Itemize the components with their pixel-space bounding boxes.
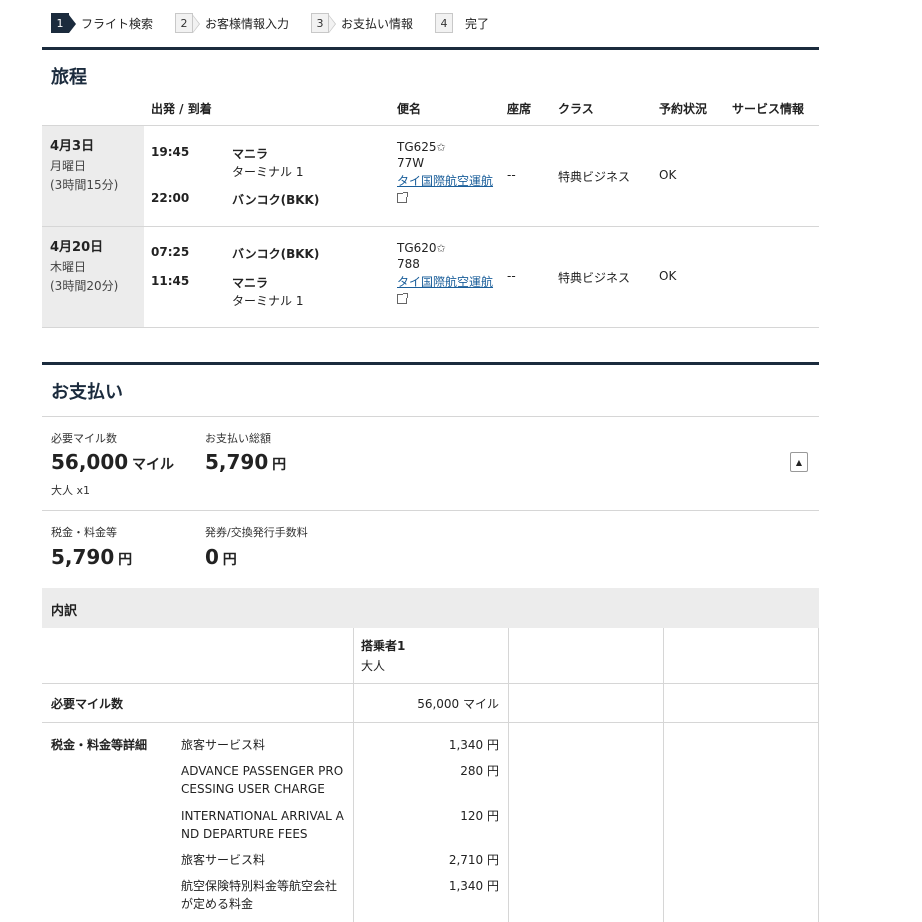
arrival-time: 22:00 <box>151 191 190 205</box>
breakdown-header <box>42 588 819 628</box>
payment-title: お支払い <box>51 382 123 403</box>
triangle-up-icon: ▲ <box>795 457 803 467</box>
airline-link[interactable]: タイ国際航空運航 <box>397 172 493 189</box>
row-divider <box>42 510 819 511</box>
departure-time: 19:45 <box>151 145 190 159</box>
miles-row-value: 56,000 マイル <box>417 697 499 711</box>
tax-item-amount: 1,340 円 <box>448 738 499 752</box>
tax-amount: 5,790 円 <box>51 545 133 569</box>
seat-value: -- <box>507 168 516 182</box>
itinerary-title: 旅程 <box>51 67 87 88</box>
header-flight: 便名 <box>397 102 422 116</box>
segment-weekday: 月曜日 <box>50 159 87 173</box>
flight-number: TG625 <box>397 140 437 154</box>
departure-place: バンコク(BKK) <box>232 247 320 261</box>
step-label: お客様情報入力 <box>205 16 290 31</box>
section-divider <box>42 47 819 50</box>
progress-steps: 1 フライト検索 2 お客様情報入力 3 お支払い情報 4 完了 <box>51 12 511 34</box>
departure-time: 07:25 <box>151 245 190 259</box>
step-number: 4 <box>435 13 454 33</box>
segment-duration: (3時間20分) <box>50 279 119 293</box>
external-link-icon[interactable] <box>397 290 493 307</box>
tax-item-amount: 120 円 <box>460 809 499 823</box>
passenger-header: 搭乗者1 <box>361 639 406 653</box>
header-service: サービス情報 <box>732 102 805 116</box>
class-value: 特典ビジネス <box>558 271 631 285</box>
step-customer-info: 2 お客様情報入力 <box>175 13 289 33</box>
arrival-terminal: ターミナル 1 <box>232 294 304 308</box>
step-payment-info: 3 お支払い情報 <box>311 13 413 33</box>
fee-label: 発券/交換発行手数料 <box>205 526 308 539</box>
flight-info: TG620✩ 788 タイ国際航空運航 <box>397 241 493 307</box>
external-link-icon[interactable] <box>397 189 493 206</box>
tax-item-name: INTERNATIONAL ARRIVAL AND DEPARTURE FEES <box>181 809 344 841</box>
miles-row-label: 必要マイル数 <box>51 697 124 711</box>
row-divider <box>42 722 819 723</box>
step-flight-search: 1 フライト検索 <box>51 13 153 33</box>
header-class: クラス <box>558 102 594 116</box>
collapse-toggle-button[interactable]: ▲ <box>790 452 808 472</box>
header-seat: 座席 <box>507 102 532 116</box>
column-divider <box>353 628 354 922</box>
tax-item-amount: 280 円 <box>460 764 499 778</box>
segment-date-box: 4月3日 月曜日 (3時間15分) <box>42 126 144 226</box>
tax-label: 税金・料金等 <box>51 526 117 539</box>
step-number: 2 <box>175 13 201 33</box>
miles-label: 必要マイル数 <box>51 432 117 445</box>
tax-detail-label: 税金・料金等詳細 <box>51 738 148 752</box>
arrival-place: マニラ <box>232 276 269 290</box>
row-divider <box>42 683 819 684</box>
column-divider <box>818 628 819 922</box>
passenger-note: 大人 x1 <box>51 484 91 497</box>
miles-amount: 56,000 マイル <box>51 450 175 474</box>
row-divider <box>42 226 819 227</box>
segment-date: 4月3日 <box>50 139 95 154</box>
aircraft-type: 77W <box>397 156 425 170</box>
step-complete: 4 完了 <box>435 13 489 33</box>
arrival-time: 11:45 <box>151 274 190 288</box>
departure-place: マニラ <box>232 147 269 161</box>
row-divider <box>42 327 819 328</box>
aircraft-type: 788 <box>397 257 420 271</box>
tax-item-amount: 1,340 円 <box>448 879 499 893</box>
column-divider <box>663 628 664 922</box>
segment-weekday: 木曜日 <box>50 260 87 274</box>
tax-item-name: 旅客サービス料 <box>181 738 266 752</box>
fee-amount: 0 円 <box>205 545 237 569</box>
star-alliance-icon: ✩ <box>436 141 446 154</box>
step-number: 1 <box>51 13 76 33</box>
tax-item-amount: 2,710 円 <box>448 853 499 867</box>
total-label: お支払い総額 <box>205 432 271 445</box>
passenger-type: 大人 <box>361 659 386 673</box>
row-divider <box>42 125 819 126</box>
segment-date: 4月20日 <box>50 240 104 255</box>
star-alliance-icon: ✩ <box>436 242 446 255</box>
header-status: 予約状況 <box>659 102 708 116</box>
column-divider <box>508 628 509 922</box>
segment-date-box: 4月20日 木曜日 (3時間20分) <box>42 227 144 327</box>
step-label: お支払い情報 <box>341 16 414 31</box>
tax-item-name: 航空保険特別料金等航空会社が定める料金 <box>181 879 338 911</box>
segment-duration: (3時間15分) <box>50 178 119 192</box>
departure-terminal: ターミナル 1 <box>232 165 304 179</box>
total-amount: 5,790 円 <box>205 450 287 474</box>
airline-link[interactable]: タイ国際航空運航 <box>397 273 493 290</box>
status-value: OK <box>659 269 677 283</box>
step-number: 3 <box>311 13 337 33</box>
flight-info: TG625✩ 77W タイ国際航空運航 <box>397 140 493 206</box>
status-value: OK <box>659 168 677 182</box>
step-label: フライト検索 <box>81 16 154 31</box>
arrival-place: バンコク(BKK) <box>232 193 320 207</box>
header-depart-arrive: 出発 / 到着 <box>151 102 212 116</box>
breakdown-title: 内訳 <box>51 604 78 619</box>
section-divider <box>42 362 819 365</box>
tax-item-name: ADVANCE PASSENGER PROCESSING USER CHARGE <box>181 764 344 796</box>
row-divider <box>42 416 819 417</box>
class-value: 特典ビジネス <box>558 170 631 184</box>
tax-item-name: 旅客サービス料 <box>181 853 266 867</box>
seat-value: -- <box>507 269 516 283</box>
flight-number: TG620 <box>397 241 437 255</box>
step-label: 完了 <box>465 16 490 31</box>
